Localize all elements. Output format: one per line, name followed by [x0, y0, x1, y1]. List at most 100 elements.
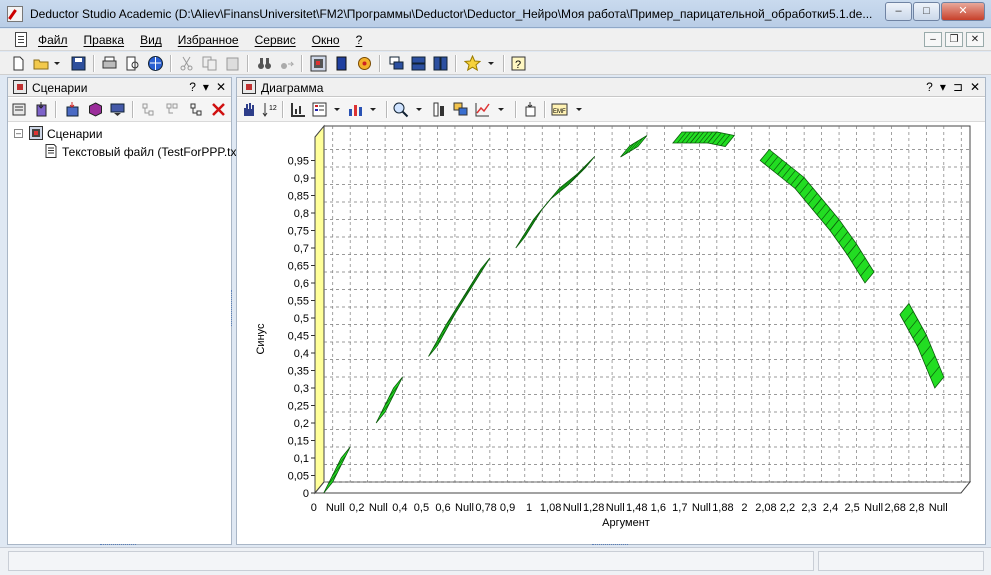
x-tick-label: 1,48: [626, 502, 647, 514]
tree-expander[interactable]: –: [14, 129, 23, 138]
x-tick-label: 0,4: [392, 502, 407, 514]
menu-edit[interactable]: Правка: [84, 33, 125, 47]
minimize-button[interactable]: –: [885, 2, 912, 21]
panel-close-button[interactable]: ✕: [216, 80, 226, 94]
menu-help[interactable]: ?: [356, 33, 363, 47]
mdi-close-button[interactable]: ✕: [966, 32, 984, 47]
visualize-icon[interactable]: [109, 101, 126, 118]
x-tick-label: 2,8: [909, 502, 924, 514]
scenarios-toolbar: [8, 98, 231, 122]
vertical-splitter[interactable]: [231, 290, 235, 326]
line-chart-icon[interactable]: [474, 101, 491, 118]
dropdown-arrow-icon[interactable]: [572, 101, 589, 118]
save-icon[interactable]: [70, 55, 87, 72]
dropdown-arrow-icon[interactable]: [330, 101, 347, 118]
mdi-minimize-button[interactable]: –: [924, 32, 942, 47]
right-panel-grip[interactable]: [592, 544, 628, 548]
help-icon[interactable]: ?: [510, 55, 527, 72]
document-icon[interactable]: [15, 32, 27, 47]
menu-window[interactable]: Окно: [312, 33, 340, 47]
y-tick-label: 0,2: [294, 418, 309, 430]
panel-help-button[interactable]: ?: [926, 80, 933, 94]
dropdown-arrow-icon[interactable]: [366, 101, 383, 118]
scenarios-panel: Сценарии ? ▾ ✕ – Сценарии Текстовый файл…: [7, 77, 244, 545]
left-panel-grip[interactable]: [100, 544, 136, 548]
export-emf-icon[interactable]: EMF: [551, 101, 568, 118]
x-tick-label: Null: [864, 502, 883, 514]
stack-series-icon[interactable]: [452, 101, 469, 118]
dropdown-arrow-icon[interactable]: [494, 101, 511, 118]
panel-menu-button[interactable]: ▾: [940, 80, 946, 94]
y-tick-label: 0,95: [288, 156, 309, 168]
cascade-windows-icon[interactable]: [388, 55, 405, 72]
x-tick-label: 2,2: [780, 502, 795, 514]
tree-label[interactable]: Сценарии: [47, 127, 102, 141]
new-file-icon[interactable]: [10, 55, 27, 72]
scenarios-panel-icon[interactable]: [310, 55, 327, 72]
scenario-root-icon: [29, 126, 43, 140]
legend-icon[interactable]: [311, 101, 328, 118]
delete-icon[interactable]: [210, 101, 227, 118]
binoculars-icon[interactable]: [256, 55, 273, 72]
open-folder-icon[interactable]: [33, 55, 50, 72]
panel-pin-button[interactable]: ⊐: [953, 80, 963, 94]
mdi-restore-button[interactable]: ❐: [945, 32, 963, 47]
chart-wizard-icon[interactable]: [356, 55, 373, 72]
x-tick-label: 2,5: [844, 502, 859, 514]
tree-label[interactable]: Текстовый файл (TestForPPP.txt): [62, 145, 244, 159]
x-tick-label: 1,88: [712, 502, 733, 514]
status-bar: [0, 544, 991, 575]
menu-file[interactable]: Файл: [38, 33, 68, 47]
y-tick-label: 0,15: [288, 436, 309, 448]
axes-icon[interactable]: [289, 101, 306, 118]
series-settings-icon[interactable]: [431, 101, 448, 118]
hand-pan-icon[interactable]: [240, 101, 257, 118]
y-tick-label: 0,6: [294, 278, 309, 290]
menu-view[interactable]: Вид: [140, 33, 162, 47]
copy-chart-icon[interactable]: [523, 101, 540, 118]
process-icon[interactable]: [87, 101, 104, 118]
y-tick-label: 0,5: [294, 313, 309, 325]
dropdown-arrow-icon[interactable]: [50, 55, 67, 72]
sort-axis-icon[interactable]: 12: [261, 101, 278, 118]
zoom-icon[interactable]: [392, 101, 409, 118]
close-button[interactable]: ✕: [941, 2, 985, 21]
chart-type-icon[interactable]: [347, 101, 364, 118]
main-toolbar: ?: [0, 52, 991, 75]
print-icon[interactable]: [101, 55, 118, 72]
y-tick-label: 0,35: [288, 366, 309, 378]
menu-favorites[interactable]: Избранное: [178, 33, 239, 47]
scenarios-panel-header: Сценарии ? ▾ ✕: [8, 78, 231, 97]
export-icon[interactable]: [64, 101, 81, 118]
print-preview-icon[interactable]: [124, 55, 141, 72]
tile-horizontal-icon[interactable]: [410, 55, 427, 72]
menu-service[interactable]: Сервис: [255, 33, 296, 47]
x-tick-label: Null: [606, 502, 625, 514]
x-tick-label: 0,78: [475, 502, 496, 514]
panel-close-button[interactable]: ✕: [970, 80, 980, 94]
x-tick-label: 1,08: [540, 502, 561, 514]
panel-help-button[interactable]: ?: [189, 80, 196, 94]
globe-icon[interactable]: [147, 55, 164, 72]
dropdown-arrow-icon[interactable]: [412, 101, 429, 118]
y-tick-label: 0,45: [288, 331, 309, 343]
x-tick-label: Null: [929, 502, 948, 514]
x-axis-label: Аргумент: [602, 517, 650, 529]
tile-vertical-icon[interactable]: [432, 55, 449, 72]
tree-expand-icon: [142, 103, 154, 116]
x-tick-label: 0,5: [414, 502, 429, 514]
x-tick-label: 1,7: [672, 502, 687, 514]
favorites-star-icon[interactable]: [464, 55, 481, 72]
sine-chart[interactable]: 0 0,05 0,1 0,15 0,2 0,25 0,3 0,35 0,4 0,45 0,5 0,55…: [237, 122, 985, 544]
dropdown-arrow-icon[interactable]: [484, 55, 501, 72]
y-tick-label: 0,8: [294, 208, 309, 220]
tree-move-icon[interactable]: [188, 101, 205, 118]
y-tick-label: 0,85: [288, 191, 309, 203]
maximize-button[interactable]: □: [913, 2, 940, 21]
notebook-icon[interactable]: [333, 55, 350, 72]
panel-menu-button[interactable]: ▾: [203, 80, 209, 94]
properties-icon[interactable]: [11, 101, 28, 118]
y-tick-label: 0,05: [288, 471, 309, 483]
x-tick-label: 2,4: [823, 502, 838, 514]
import-wizard-icon[interactable]: [33, 101, 50, 118]
